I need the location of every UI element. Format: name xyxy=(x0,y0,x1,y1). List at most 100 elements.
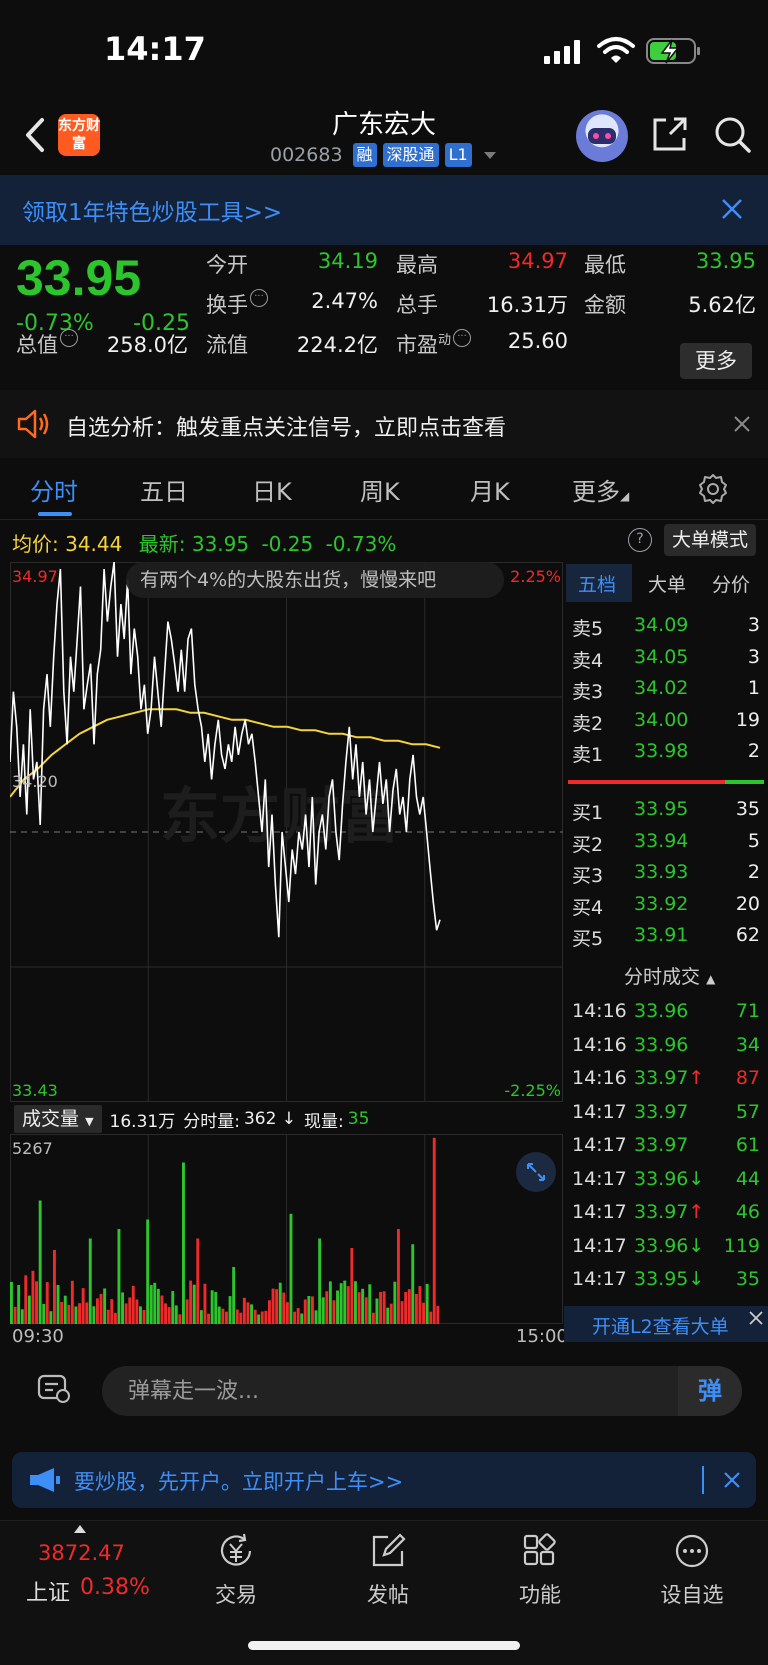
close-icon[interactable] xyxy=(732,414,752,434)
danmaku-toggle-icon[interactable] xyxy=(36,1370,72,1406)
level-label: 卖1 xyxy=(572,744,604,766)
tick-price: 33.97↑ xyxy=(634,1067,705,1089)
bid-row[interactable]: 买2 33.94 5 xyxy=(568,824,764,857)
info-icon: ··· xyxy=(250,289,268,307)
header: 东方财富 广东宏大 002683 融 深股通 L1 xyxy=(0,100,768,175)
tab-daily-k[interactable]: 日K xyxy=(252,472,292,507)
volume-value: 16.31万 xyxy=(486,293,568,317)
volume-bar xyxy=(124,1303,128,1324)
intraday-chart[interactable]: 东方财富 有两个4%的大股东出货，慢慢来吧 34.97 34.20 33.43 … xyxy=(10,562,563,1102)
more-button[interactable]: 更多 xyxy=(680,343,752,379)
y-label-prev-close: 34.20 xyxy=(12,772,58,791)
tab-monthly-k[interactable]: 月K xyxy=(470,472,510,507)
tab-weekly-k[interactable]: 周K xyxy=(360,472,400,507)
nav-functions[interactable]: 功能 xyxy=(490,1531,590,1609)
ask-row[interactable]: 卖2 34.00 19 xyxy=(568,703,764,736)
dropdown-icon: ◢ xyxy=(620,489,630,503)
alert-bar[interactable]: 自选分析：触发重点关注信号，立即点击查看 xyxy=(0,390,768,458)
ask-row[interactable]: 卖3 34.02 1 xyxy=(568,671,764,704)
tick-row: 14:17 33.97 61 xyxy=(568,1128,764,1161)
danmaku-send-button[interactable]: 弹 xyxy=(678,1366,742,1416)
volume-chart[interactable]: 5267 xyxy=(10,1134,563,1324)
ticks-title[interactable]: 分时成交 ▲ xyxy=(624,962,715,989)
current-volume-value: 35 xyxy=(347,1109,370,1129)
nav-trade[interactable]: 交易 xyxy=(186,1531,286,1609)
stock-name[interactable]: 广东宏大 xyxy=(234,104,534,141)
ask-row[interactable]: 卖4 34.05 3 xyxy=(568,640,764,673)
connect-tag: 深股通 xyxy=(382,143,439,167)
volume-bar xyxy=(346,1286,350,1324)
edit-icon xyxy=(372,1533,406,1567)
volume-bar xyxy=(436,1305,440,1324)
tab-five-level[interactable]: 五档 xyxy=(578,570,616,597)
volume-bar xyxy=(321,1297,325,1324)
bid-row[interactable]: 买5 33.91 62 xyxy=(568,918,764,951)
stock-code-row[interactable]: 002683 融 深股通 L1 xyxy=(270,142,496,168)
tab-underline xyxy=(38,512,72,516)
bid-row[interactable]: 买4 33.92 20 xyxy=(568,887,764,920)
volume-bar xyxy=(235,1309,239,1324)
volume-bar xyxy=(318,1238,322,1324)
expand-icon[interactable] xyxy=(516,1152,556,1192)
bid-row[interactable]: 买3 33.93 2 xyxy=(568,855,764,888)
tick-volume: 71 xyxy=(735,1000,760,1022)
tab-price-distribution[interactable]: 分价 xyxy=(712,570,750,597)
latest-value: 33.95 xyxy=(191,532,250,556)
robot-avatar[interactable] xyxy=(576,110,628,162)
volume-bar xyxy=(74,1306,78,1324)
volume-bar xyxy=(192,1284,196,1324)
volume-bar xyxy=(149,1285,153,1324)
search-icon[interactable] xyxy=(712,114,752,154)
nav-post[interactable]: 发帖 xyxy=(338,1531,438,1609)
volume-bar xyxy=(300,1313,304,1324)
avg-value: 34.44 xyxy=(65,532,123,556)
ask-row[interactable]: 卖5 34.09 3 xyxy=(568,608,764,641)
index-percent: 0.38% xyxy=(80,1575,150,1600)
volume-bar xyxy=(182,1162,185,1324)
pe-label[interactable]: 市盈动 ··· xyxy=(396,329,472,359)
close-icon[interactable] xyxy=(720,197,744,221)
market-cap-label[interactable]: 总值 ··· xyxy=(16,329,78,359)
tick-price: 33.97↑ xyxy=(634,1201,705,1223)
bid-row[interactable]: 买1 33.95 35 xyxy=(568,792,764,825)
tick-volume: 44 xyxy=(735,1167,760,1190)
index-value: 3872.47 xyxy=(38,1541,125,1565)
tick-time: 14:17 xyxy=(572,1100,627,1123)
promo-banner[interactable]: 领取1年特色炒股工具>> xyxy=(0,175,768,245)
back-button[interactable] xyxy=(20,114,50,156)
volume-bar xyxy=(31,1270,35,1324)
status-time: 14:17 xyxy=(104,30,206,68)
more-dots-icon xyxy=(675,1534,709,1568)
gear-icon[interactable] xyxy=(696,472,730,506)
volume-bar xyxy=(250,1304,253,1324)
tab-intraday[interactable]: 分时 xyxy=(30,472,78,507)
l2-banner[interactable]: 开通L2查看大单 xyxy=(564,1306,768,1342)
volume-selector[interactable]: 成交量 ▼ xyxy=(14,1105,102,1133)
volume-bar xyxy=(142,1310,146,1324)
nav-watchlist[interactable]: 设自选 xyxy=(642,1531,742,1609)
big-order-mode-button[interactable]: 大单模式 xyxy=(664,524,756,556)
volume-bar xyxy=(10,1281,13,1324)
volume-bar xyxy=(217,1306,221,1324)
price-summary-row: 均价: 34.44 最新: 33.95 -0.25 -0.73% xyxy=(12,528,396,557)
tick-row: 14:17 33.97↑ 46 xyxy=(568,1195,764,1228)
close-icon[interactable] xyxy=(748,1310,764,1326)
volume-bar xyxy=(171,1291,175,1324)
turnover-label[interactable]: 换手 ··· xyxy=(206,289,268,319)
ask-row[interactable]: 卖1 33.98 2 xyxy=(568,734,764,767)
close-icon[interactable] xyxy=(722,1470,742,1490)
level-label: 卖5 xyxy=(572,618,604,640)
tab-big-orders[interactable]: 大单 xyxy=(648,570,686,597)
level-label: 买2 xyxy=(572,833,604,856)
tab-more[interactable]: 更多◢ xyxy=(572,472,629,507)
y-label-pct-high: 2.25% xyxy=(510,567,561,586)
tick-time: 14:17 xyxy=(572,1167,627,1190)
help-icon[interactable]: ? xyxy=(628,528,652,552)
volume-bar xyxy=(314,1310,318,1324)
open-account-banner[interactable]: 要炒股，先开户。立即开户上车>> xyxy=(12,1452,756,1508)
tab-five-day[interactable]: 五日 xyxy=(140,472,188,507)
tick-volume: 57 xyxy=(735,1100,760,1123)
share-icon[interactable] xyxy=(650,114,690,154)
volume-bar xyxy=(196,1238,200,1324)
danmaku-input[interactable] xyxy=(102,1366,742,1416)
